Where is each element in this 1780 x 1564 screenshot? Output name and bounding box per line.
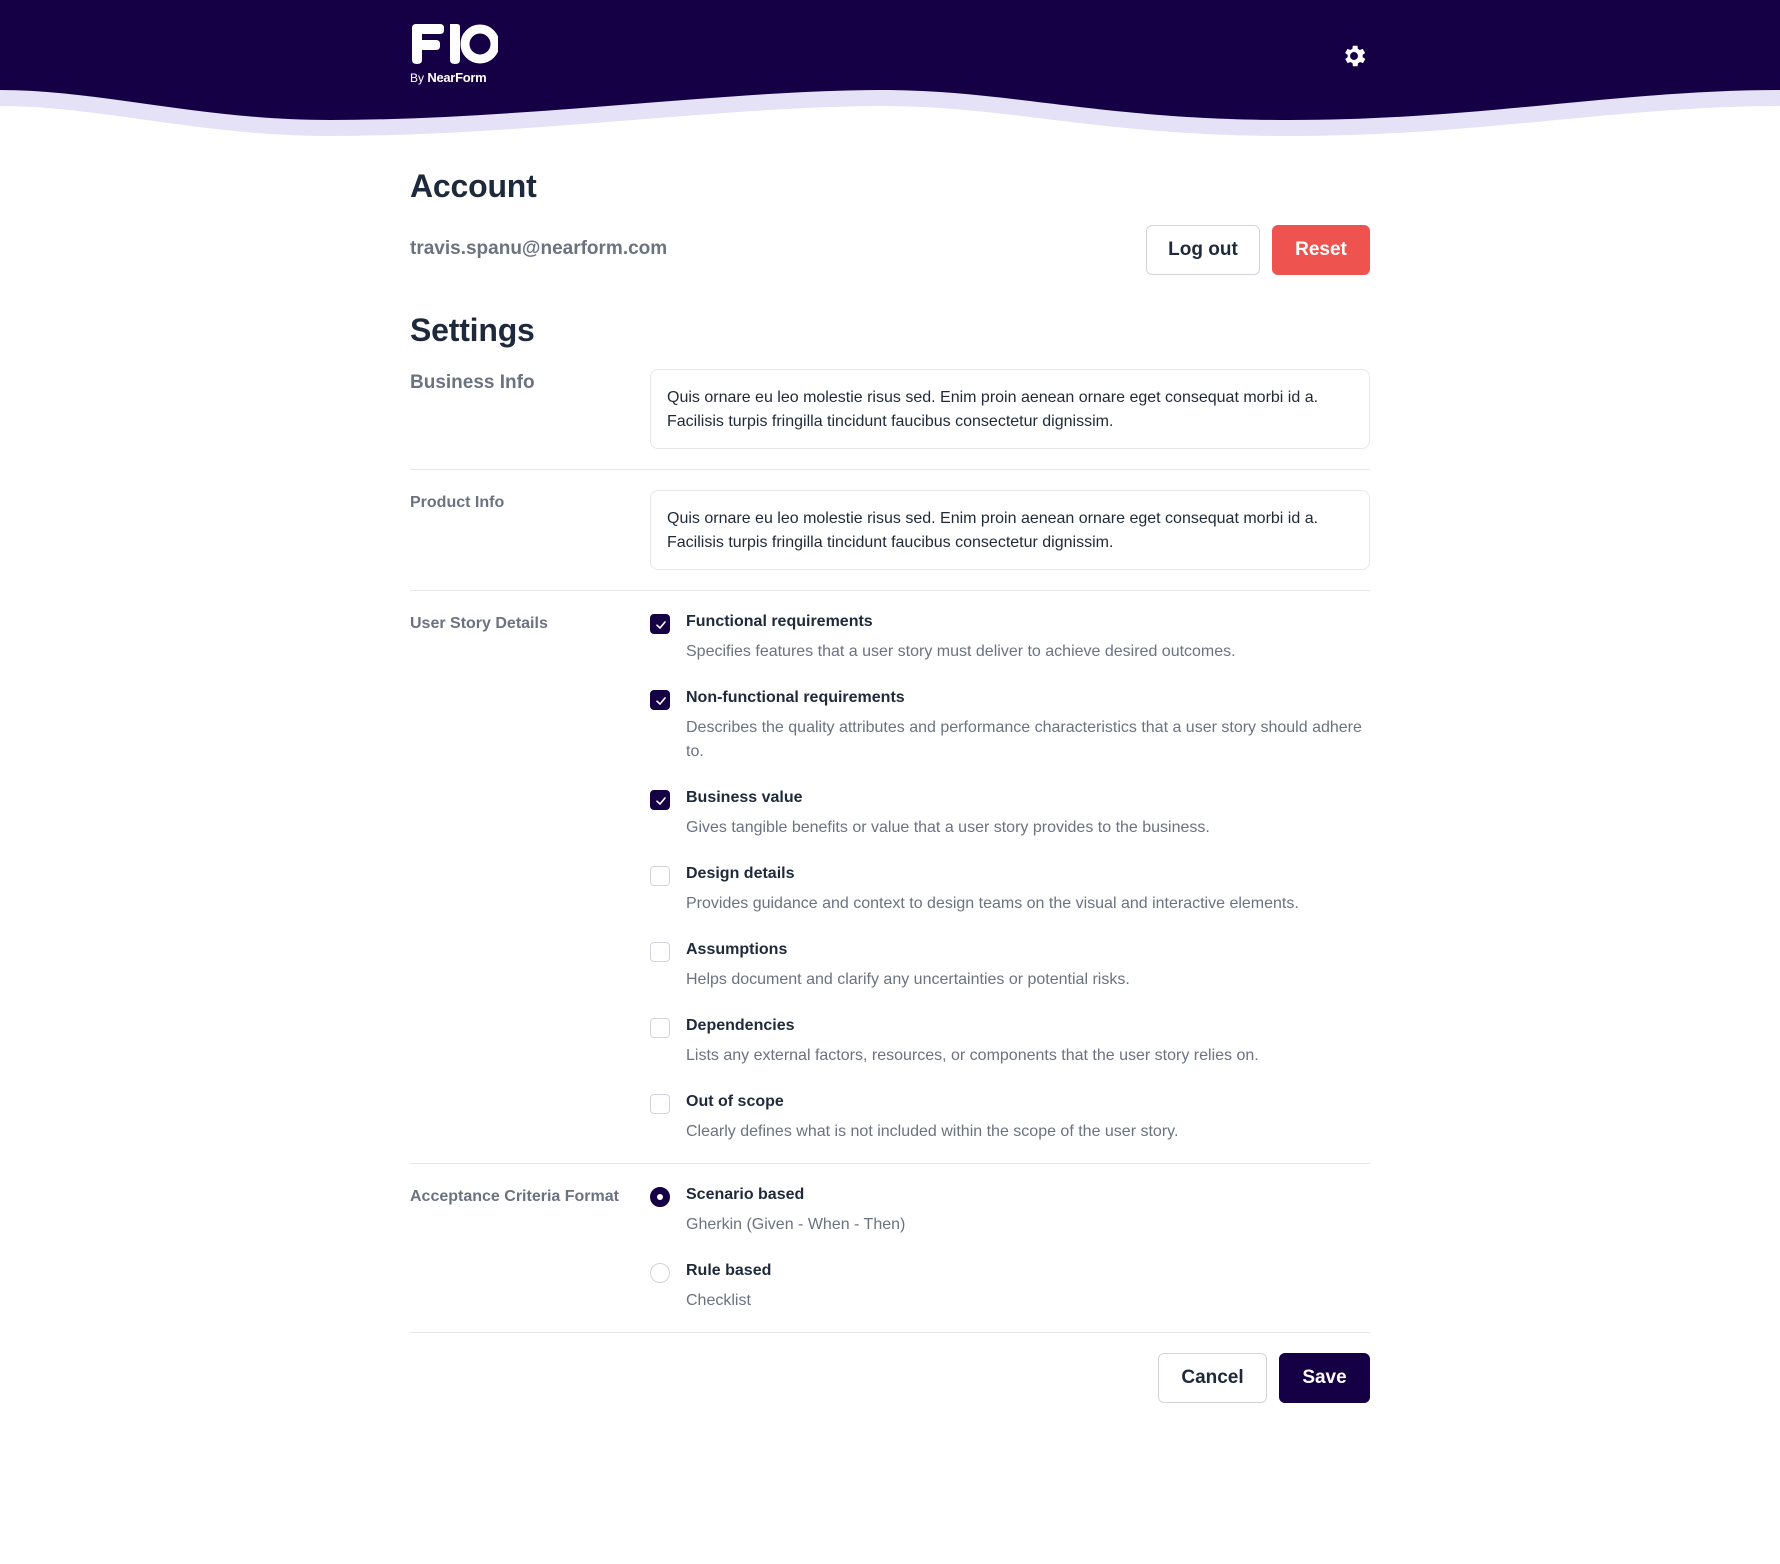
radio-rule-based[interactable] bbox=[650, 1263, 670, 1283]
option-title: Design details bbox=[686, 865, 795, 882]
checkbox-non-functional-requirements[interactable] bbox=[650, 690, 670, 710]
gear-icon bbox=[1345, 45, 1366, 67]
option-description: Lists any external factors, resources, o… bbox=[686, 1047, 1259, 1064]
option-title: Dependencies bbox=[686, 1017, 795, 1034]
logout-button[interactable]: Log out bbox=[1146, 225, 1260, 275]
divider bbox=[410, 590, 1370, 591]
settings-title: Settings bbox=[410, 312, 535, 348]
checkbox-out-of-scope[interactable] bbox=[650, 1094, 670, 1114]
checkbox-functional-requirements[interactable] bbox=[650, 614, 670, 634]
option-title: Scenario based bbox=[686, 1186, 805, 1203]
option-title: Out of scope bbox=[686, 1093, 784, 1110]
divider bbox=[410, 1163, 1370, 1164]
option-description: Describes the quality attributes and per… bbox=[686, 719, 1362, 760]
acceptance-criteria-format-label: Acceptance Criteria Format bbox=[410, 1188, 619, 1205]
option-title: Assumptions bbox=[686, 941, 788, 958]
account-title: Account bbox=[410, 168, 537, 204]
account-email: travis.spanu@nearform.com bbox=[410, 238, 668, 259]
fio-logo[interactable]: By NearForm bbox=[410, 22, 500, 86]
option-description: Gives tangible benefits or value that a … bbox=[686, 819, 1210, 836]
product-info-label: Product Info bbox=[410, 494, 505, 511]
divider bbox=[410, 1332, 1370, 1333]
cancel-button[interactable]: Cancel bbox=[1158, 1353, 1267, 1403]
header-wave-background bbox=[0, 0, 1780, 136]
option-title: Functional requirements bbox=[686, 613, 873, 630]
checkbox-design-details[interactable] bbox=[650, 866, 670, 886]
business-info-textarea[interactable]: Quis ornare eu leo molestie risus sed. E… bbox=[650, 369, 1370, 449]
reset-button[interactable]: Reset bbox=[1272, 225, 1370, 275]
option-description: Clearly defines what is not included wit… bbox=[686, 1123, 1179, 1140]
logo-byline: By NearForm bbox=[410, 70, 487, 85]
checkbox-dependencies[interactable] bbox=[650, 1018, 670, 1038]
option-description: Specifies features that a user story mus… bbox=[686, 643, 1236, 660]
business-info-label: Business Info bbox=[410, 372, 535, 393]
checkmark-icon bbox=[656, 697, 666, 705]
option-description: Gherkin (Given - When - Then) bbox=[686, 1216, 906, 1233]
user-story-details-label: User Story Details bbox=[410, 615, 548, 632]
option-title: Non-functional requirements bbox=[686, 689, 905, 706]
logo-brand-text: NearForm bbox=[427, 70, 487, 85]
app-header: By NearForm bbox=[0, 0, 1780, 140]
option-title: Rule based bbox=[686, 1262, 772, 1279]
radio-scenario-based[interactable] bbox=[650, 1187, 670, 1207]
fio-logo-mark bbox=[412, 24, 498, 64]
logo-by-text: By bbox=[410, 71, 425, 85]
checkbox-business-value[interactable] bbox=[650, 790, 670, 810]
checkmark-icon bbox=[656, 621, 666, 629]
divider bbox=[410, 469, 1370, 470]
settings-gear-button[interactable] bbox=[1340, 42, 1368, 70]
option-description: Provides guidance and context to design … bbox=[686, 895, 1299, 912]
checkbox-assumptions[interactable] bbox=[650, 942, 670, 962]
save-button[interactable]: Save bbox=[1279, 1353, 1370, 1403]
checkmark-icon bbox=[656, 797, 666, 805]
option-description: Helps document and clarify any uncertain… bbox=[686, 971, 1130, 988]
option-description: Checklist bbox=[686, 1292, 751, 1309]
option-title: Business value bbox=[686, 789, 803, 806]
product-info-textarea[interactable]: Quis ornare eu leo molestie risus sed. E… bbox=[650, 490, 1370, 570]
